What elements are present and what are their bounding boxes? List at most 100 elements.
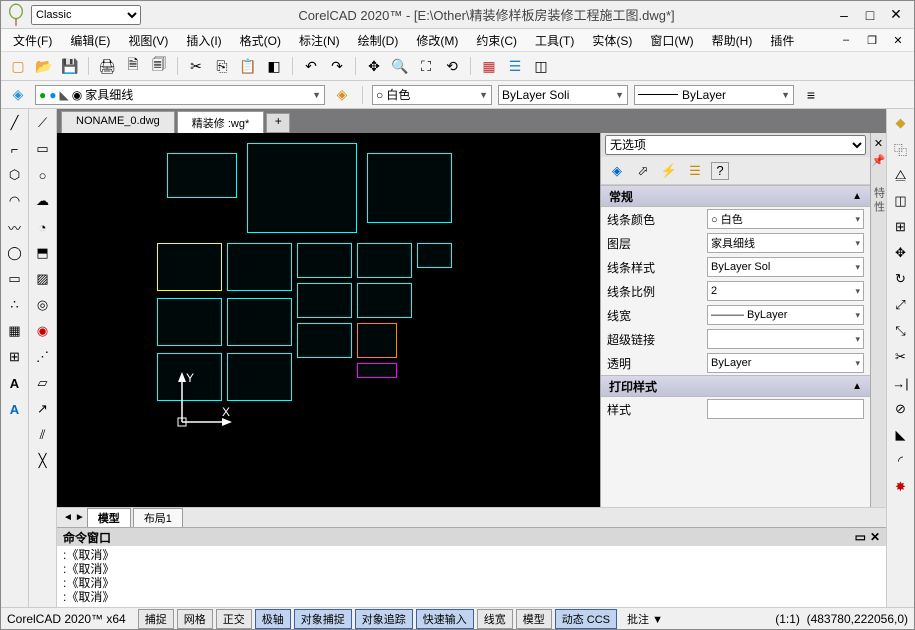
select-icon[interactable]: ⬀ [633,161,653,181]
menu-help[interactable]: 帮助(H) [704,30,761,51]
match-icon[interactable]: ◧ [263,55,285,77]
pick-add-icon[interactable]: ◈ [607,161,627,181]
menu-window[interactable]: 窗口(W) [642,30,701,51]
close-button[interactable]: ✕ [884,5,908,25]
status-toggle[interactable]: 网格 [177,609,213,629]
prop-value[interactable] [707,399,864,419]
extend-icon[interactable]: →| [891,373,911,393]
copy2-icon[interactable]: ⿻ [891,139,911,159]
minimize-button[interactable]: – [832,5,856,25]
add-tab-button[interactable]: + [266,113,290,133]
maximize-button[interactable]: □ [858,5,882,25]
status-toggle[interactable]: 捕捉 [138,609,174,629]
status-toggle[interactable]: 动态 CCS [555,609,617,629]
text-icon[interactable]: A [5,373,25,393]
note-icon[interactable]: A [5,399,25,419]
rect-icon[interactable]: ▭ [33,139,53,159]
copy-icon[interactable]: ⎘ [211,55,233,77]
block-icon[interactable]: ▭ [5,269,25,289]
status-toggle[interactable]: 模型 [516,609,552,629]
menu-view[interactable]: 视图(V) [120,30,176,51]
explode-icon[interactable]: ✸ [891,477,911,497]
scale-icon[interactable]: ⤢ [891,295,911,315]
xline-icon[interactable]: ⟋ [33,113,53,133]
new-icon[interactable]: ▢ [7,55,29,77]
panel-close-icon[interactable]: ✕ [874,137,883,150]
doc-minimize-button[interactable]: – [834,30,858,50]
prop-value[interactable]: ByLayer Sol▾ [707,257,864,277]
fillet-icon[interactable]: ◜ [891,451,911,471]
divide-icon[interactable]: ⋰ [33,347,53,367]
trace-icon[interactable]: ╳ [33,451,53,471]
print-preview-icon[interactable]: 🗎 [122,55,144,77]
circle-icon[interactable]: ○ [33,165,53,185]
insert-icon[interactable]: ⬒ [33,243,53,263]
status-toggle[interactable]: 对象追踪 [355,609,413,629]
cmd-dock-icon[interactable]: ▭ [855,530,866,544]
polygon-icon[interactable]: ⬡ [5,165,25,185]
prop-value[interactable]: ——— ByLayer▾ [707,305,864,325]
drawing-canvas[interactable]: YX [57,133,600,507]
qselect-icon[interactable]: ⚡ [659,161,679,181]
cmd-close-icon[interactable]: ✕ [870,530,880,544]
mline-icon[interactable]: ⫽ [33,425,53,445]
trim-icon[interactable]: ✂ [891,347,911,367]
props-section-general[interactable]: 常规▲ [601,185,870,207]
layout-prev-icon[interactable]: ◄ [63,512,73,523]
region-icon[interactable]: ▦ [5,321,25,341]
props-section-plotstyle[interactable]: 打印样式▲ [601,375,870,397]
point-icon[interactable]: ∴ [5,295,25,315]
menu-constrain[interactable]: 约束(C) [468,30,525,51]
status-toggle[interactable]: 正交 [216,609,252,629]
layout-tab-model[interactable]: 模型 [87,508,131,528]
doc-restore-button[interactable]: ❐ [860,30,884,50]
lineweight-combo[interactable]: ByLayer▼ [634,85,794,105]
layer-prev-icon[interactable]: ◈ [331,84,353,106]
selection-type-select[interactable]: 无选项 [605,135,866,155]
break-icon[interactable]: ⊘ [891,399,911,419]
zoom-window-icon[interactable]: 🔍 [389,55,411,77]
prop-value[interactable]: 2▾ [707,281,864,301]
panel-pin-icon[interactable]: 📌 [872,154,886,167]
arc-icon[interactable]: ◠ [5,191,25,211]
doc-tab-0[interactable]: NONAME_0.dwg [61,111,175,133]
prop-value[interactable]: ▾ [707,329,864,349]
offset-icon[interactable]: ◫ [891,191,911,211]
erase-icon[interactable]: ◆ [891,113,911,133]
properties-icon[interactable]: ▦ [478,55,500,77]
menu-draw[interactable]: 绘制(D) [350,30,407,51]
polyline-icon[interactable]: ⌐ [5,139,25,159]
menu-dim[interactable]: 标注(N) [291,30,348,51]
mask-icon[interactable]: ▱ [33,373,53,393]
menu-format[interactable]: 格式(O) [232,30,289,51]
layout-tab-1[interactable]: 布局1 [133,508,183,528]
status-toggle[interactable]: 快速输入 [416,609,474,629]
pan-icon[interactable]: ✥ [363,55,385,77]
mirror-icon[interactable]: ⧋ [891,165,911,185]
rotate-icon[interactable]: ↻ [891,269,911,289]
move-icon[interactable]: ✥ [891,243,911,263]
command-log[interactable]: :《取消》:《取消》:《取消》:《取消》 [57,546,886,607]
prop-value[interactable]: ○ 白色▾ [707,209,864,229]
prop-value[interactable]: ByLayer▾ [707,353,864,373]
filter-icon[interactable]: ☰ [685,161,705,181]
orbit-icon[interactable]: ⟲ [441,55,463,77]
layer-manager-icon[interactable]: ◈ [7,84,29,106]
print-icon[interactable]: 🖨 [96,55,118,77]
save-icon[interactable]: 💾 [59,55,81,77]
cut-icon[interactable]: ✂ [185,55,207,77]
menu-solid[interactable]: 实体(S) [584,30,640,51]
paste-icon[interactable]: 📋 [237,55,259,77]
redo-icon[interactable]: ↷ [326,55,348,77]
lineweight-btn-icon[interactable]: ≡ [800,84,822,106]
color-combo[interactable]: ○ 白色▼ [372,85,492,105]
line-icon[interactable]: ╱ [5,113,25,133]
hatch-icon[interactable]: ▨ [33,269,53,289]
layout-next-icon[interactable]: ► [75,512,85,523]
menu-insert[interactable]: 插入(I) [178,30,229,51]
donut-icon[interactable]: ◎ [33,295,53,315]
layer-combo[interactable]: ●●◣◉ 家具细线 ▼ [35,85,325,105]
zoom-extents-icon[interactable]: ⛶ [415,55,437,77]
plot-icon[interactable]: 🗐 [148,55,170,77]
menu-edit[interactable]: 编辑(E) [62,30,118,51]
